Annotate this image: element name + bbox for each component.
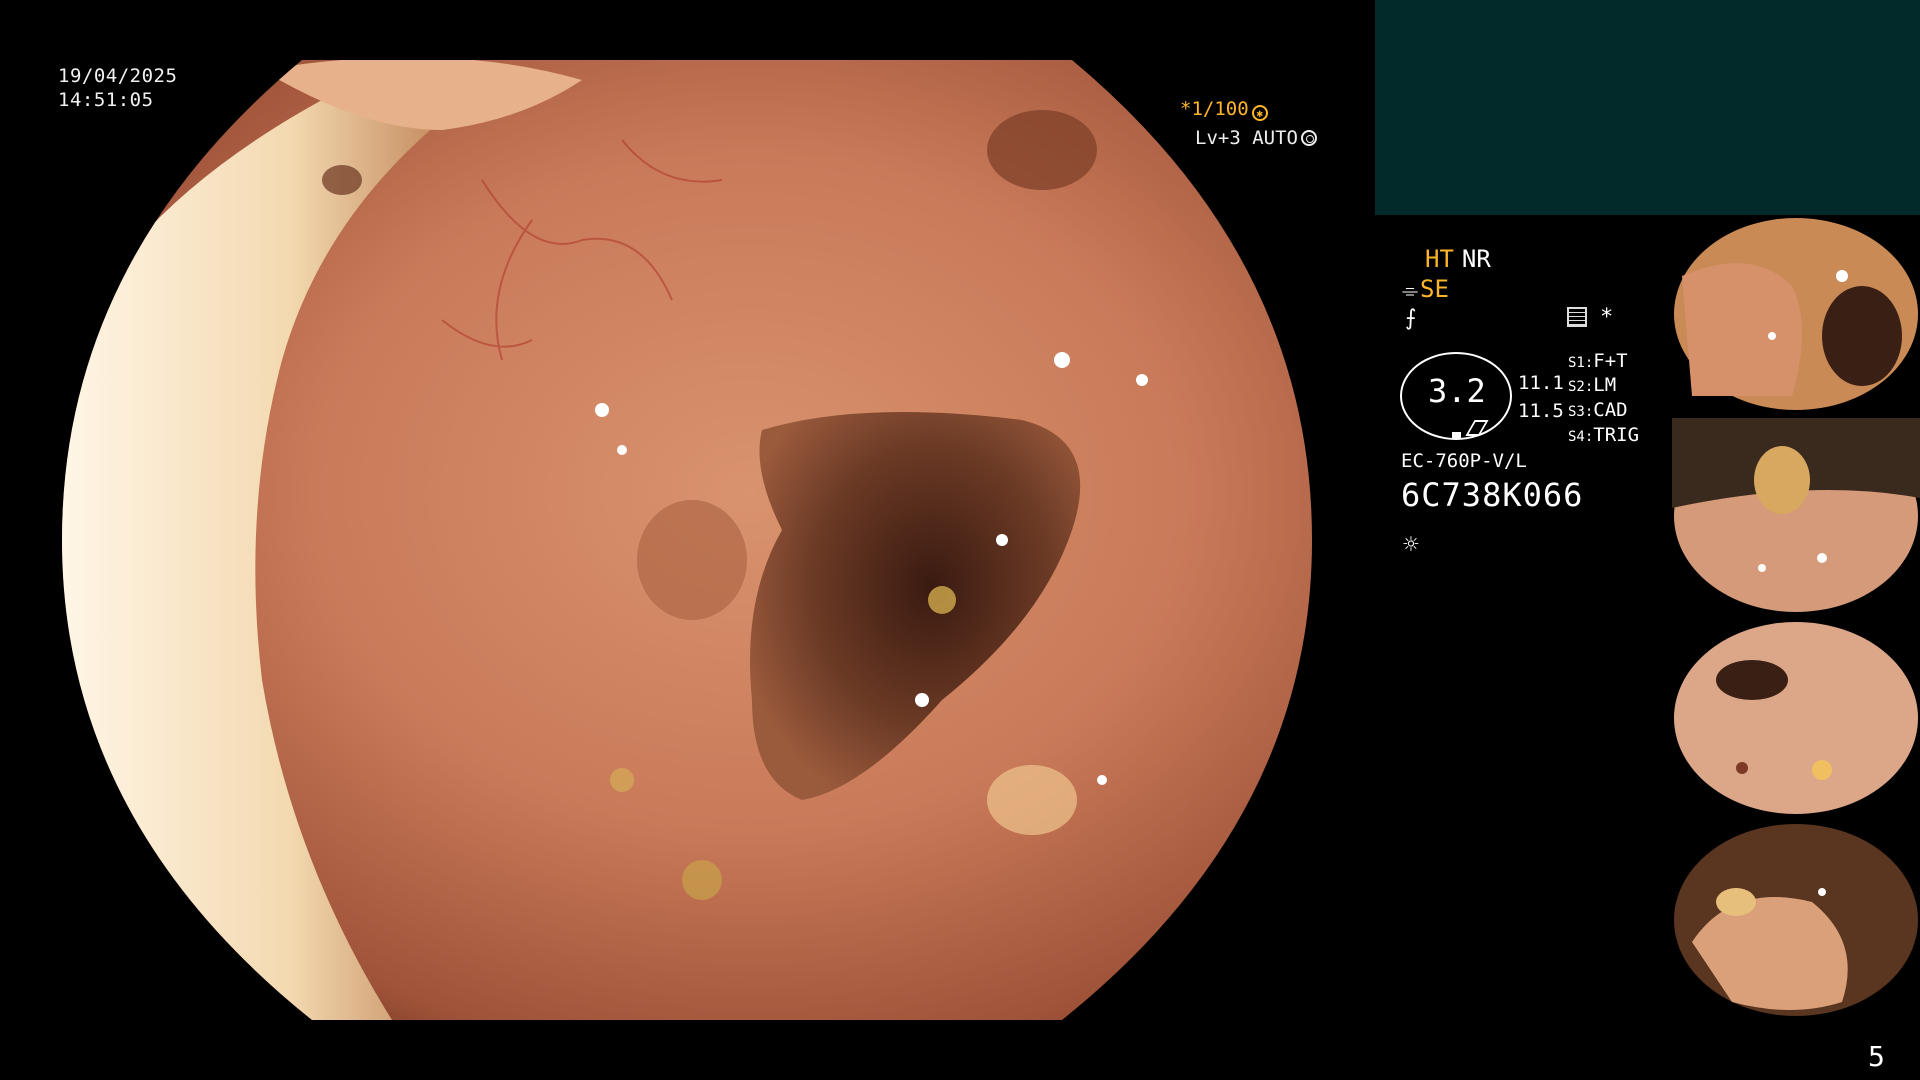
endoscopic-image	[62, 60, 1312, 1020]
thumbnail-image	[1672, 418, 1920, 612]
scope-model: EC-760P-V/L	[1401, 450, 1527, 472]
switch-4: S4:TRIG	[1568, 424, 1639, 446]
recording-icon	[1567, 307, 1587, 327]
endoscopic-live-view	[62, 60, 1312, 1020]
shutter-text: *1/100	[1180, 98, 1249, 120]
switch-value: LM	[1593, 374, 1617, 396]
switch-value: CAD	[1593, 399, 1628, 421]
zoom-marker	[1452, 432, 1461, 438]
thumbnail-4[interactable]	[1672, 822, 1920, 1018]
shutter-speed-display: *1/100 ✱	[1180, 98, 1268, 121]
thumbnail-3[interactable]	[1672, 620, 1920, 816]
switch-1: S1:F+T	[1568, 350, 1628, 372]
thumbnail-image	[1674, 622, 1918, 814]
enhancement-nr: NR	[1461, 245, 1491, 273]
switch-3: S3:CAD	[1568, 399, 1628, 421]
date-time-display: 19/04/2025 14:51:05	[58, 64, 177, 112]
switch-2: S2:LM	[1568, 374, 1616, 396]
thumbnail-image	[1674, 824, 1918, 1016]
enhancement-ht: HT	[1425, 245, 1454, 273]
enhancement-display: HT NR	[1425, 244, 1491, 274]
switch-key: S1:	[1568, 355, 1594, 371]
switch-key: S4:	[1568, 429, 1594, 445]
thumbnail-2[interactable]	[1672, 418, 1920, 614]
iris-text: Lv+3 AUTO	[1195, 127, 1298, 149]
mode-se: SE	[1420, 275, 1449, 303]
scope-serial: 6C738K066	[1401, 476, 1584, 514]
zoom-reading-b: 11.5	[1518, 400, 1564, 422]
shutter-icon: ✱	[1251, 105, 1268, 121]
switch-key: S2:	[1568, 379, 1594, 395]
zoom-reading-a: 11.1	[1518, 372, 1564, 394]
switch-value: TRIG	[1593, 424, 1640, 446]
structure-enhancement-display: ⌯SE	[1402, 275, 1449, 303]
capture-star: *	[1600, 305, 1614, 330]
switch-value: F+T	[1593, 350, 1628, 372]
thumbnail-1[interactable]	[1672, 216, 1920, 412]
thumbnail-image	[1674, 218, 1918, 410]
page-number: 5	[1868, 1040, 1885, 1073]
patient-info-box	[1375, 0, 1920, 215]
endoscopy-screen: 19/04/2025 14:51:05 *1/100 ✱ Lv+3 AUTO HT…	[0, 0, 1920, 1080]
gamma-curve-icon: ⨍	[1405, 306, 1417, 331]
zoom-value: 3.2	[1428, 372, 1486, 410]
date-text: 19/04/2025	[58, 65, 178, 87]
iris-display: Lv+3 AUTO	[1195, 127, 1317, 149]
light-source-icon: ☼	[1403, 530, 1419, 560]
switch-key: S3:	[1568, 404, 1594, 420]
iris-icon	[1300, 130, 1317, 146]
scope-mode-icon: ⌯	[1402, 278, 1418, 302]
time-text: 14:51:05	[58, 89, 154, 111]
